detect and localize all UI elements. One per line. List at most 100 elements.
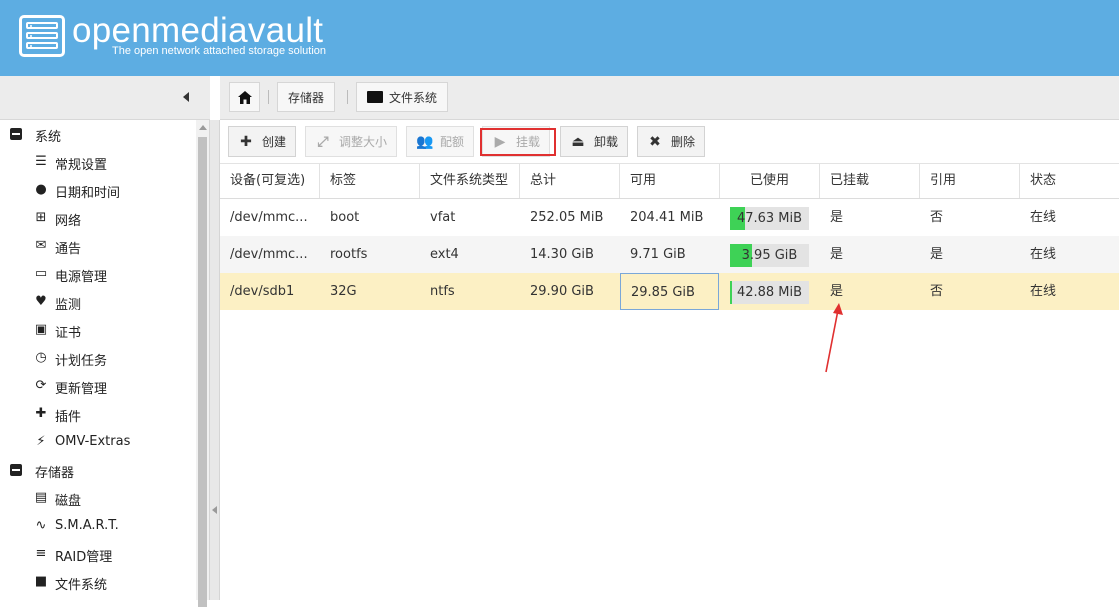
certificate-icon: ▣ <box>34 322 48 337</box>
breadcrumb-label: 文件系统 <box>389 90 438 105</box>
sidebar-nav: 系统 ☰ 常规设置 ● 日期和时间 ⊞ 网络 ✉ 通告 ▭ 电源管理 ♥ 监测 … <box>0 120 196 600</box>
column-header-mounted[interactable]: 已挂载 <box>820 164 920 198</box>
brand-tagline: The open network attached storage soluti… <box>112 45 327 57</box>
sidebar-item-label: 证书 <box>55 326 82 341</box>
sidebar-item-label: 更新管理 <box>55 382 108 397</box>
breadcrumb-filesystems[interactable]: 文件系统 <box>356 82 449 112</box>
resize-button[interactable]: ⤢ 调整大小 <box>305 126 398 157</box>
column-header-device[interactable]: 设备(可复选) <box>220 164 320 198</box>
scrollbar-thumb[interactable] <box>198 137 207 607</box>
column-header-total[interactable]: 总计 <box>520 164 620 198</box>
sliders-icon: ☰ <box>35 154 47 169</box>
omv-logo-icon <box>19 15 65 57</box>
cell-type: ntfs <box>430 284 455 299</box>
puzzle-icon: ✚ <box>35 406 47 421</box>
sidebar-item-monitoring[interactable]: ♥ 监测 <box>0 288 196 316</box>
collapse-sidebar-icon[interactable] <box>183 92 189 102</box>
collapse-group-icon[interactable] <box>10 128 22 140</box>
sidebar-item-plugins[interactable]: ✚ 插件 <box>0 400 196 428</box>
mount-button-highlight-annotation <box>480 128 556 156</box>
sidebar-item-label: 插件 <box>55 410 82 425</box>
table-header: 设备(可复选) 标签 文件系统类型 总计 可用 已使用 已挂载 引用 状态 <box>220 164 1119 199</box>
table-row[interactable]: /dev/mmc... boot vfat 252.05 MiB 204.41 … <box>220 199 1119 236</box>
sidebar-item-disks[interactable]: ▤ 磁盘 <box>0 484 196 512</box>
folder-icon: ■ <box>34 574 48 589</box>
button-label: 删除 <box>671 135 696 149</box>
cell-label: rootfs <box>330 247 368 262</box>
sidebar-item-label: 通告 <box>55 242 82 257</box>
unmount-button[interactable]: ⏏ 卸载 <box>560 126 629 157</box>
sidebar-item-label: 文件系统 <box>55 578 108 593</box>
panel-splitter[interactable] <box>209 120 220 600</box>
cell-device: /dev/mmc... <box>230 247 308 262</box>
cell-device: /dev/sdb1 <box>230 284 295 299</box>
close-icon: ✖ <box>649 133 661 150</box>
sidebar-item-certificates[interactable]: ▣ 证书 <box>0 316 196 344</box>
sidebar-item-omv-extras[interactable]: ⚡ OMV-Extras <box>0 428 196 456</box>
sidebar-item-label: OMV-Extras <box>55 434 131 449</box>
cell-status: 在线 <box>1030 210 1057 225</box>
nav-group-storage[interactable]: 存储器 <box>0 456 196 484</box>
sidebar-scrollbar[interactable] <box>196 120 209 607</box>
sidebar-item-filesystems[interactable]: ■ 文件系统 <box>0 568 196 596</box>
users-icon: 👥 <box>416 133 434 150</box>
table-row-selected[interactable]: /dev/sdb1 32G ntfs 29.90 GiB 29.85 GiB 4… <box>220 273 1119 310</box>
filesystem-toolbar: ✚ 创建 ⤢ 调整大小 👥 配额 ▶ 挂载 ⏏ 卸载 ✖ 删除 <box>220 120 1119 164</box>
delete-button[interactable]: ✖ 删除 <box>637 126 706 157</box>
sidebar-item-general-settings[interactable]: ☰ 常规设置 <box>0 148 196 176</box>
sidebar-item-label: 电源管理 <box>55 270 108 285</box>
sidebar-item-date-time[interactable]: ● 日期和时间 <box>0 176 196 204</box>
sidebar-item-label: 磁盘 <box>55 494 82 509</box>
refresh-icon: ⟳ <box>35 378 47 393</box>
table-row[interactable]: /dev/mmc... rootfs ext4 14.30 GiB 9.71 G… <box>220 236 1119 273</box>
sidebar-item-label: 常规设置 <box>55 158 108 173</box>
sidebar-item-scheduled-jobs[interactable]: ◷ 计划任务 <box>0 344 196 372</box>
column-header-available[interactable]: 可用 <box>620 164 720 198</box>
create-button[interactable]: ✚ 创建 <box>228 126 297 157</box>
column-header-type[interactable]: 文件系统类型 <box>420 164 520 198</box>
folder-icon <box>367 91 383 103</box>
plug-icon: ⚡ <box>36 434 46 449</box>
cell-status: 在线 <box>1030 247 1057 262</box>
cell-used: 47.63 MiB <box>720 199 820 236</box>
collapse-group-icon[interactable] <box>10 464 22 476</box>
column-header-referenced[interactable]: 引用 <box>920 164 1020 198</box>
home-button[interactable] <box>229 82 260 112</box>
button-label: 创建 <box>262 135 287 149</box>
breadcrumb-label: 存储器 <box>288 90 325 105</box>
breadcrumb-separator <box>347 90 348 104</box>
scroll-up-icon[interactable] <box>199 125 207 130</box>
nav-group-system[interactable]: 系统 <box>0 120 196 148</box>
sidebar-item-label: 计划任务 <box>55 354 108 369</box>
sidebar-item-label: RAID管理 <box>55 550 113 565</box>
cell-used: 3.95 GiB <box>720 236 820 273</box>
usage-bar: 3.95 GiB <box>730 244 809 267</box>
collapse-panel-icon[interactable] <box>212 506 217 514</box>
envelope-icon: ✉ <box>35 238 47 253</box>
breadcrumb-separator <box>268 90 269 104</box>
sidebar-item-notification[interactable]: ✉ 通告 <box>0 232 196 260</box>
breadcrumb-storage[interactable]: 存储器 <box>277 82 336 112</box>
column-header-label[interactable]: 标签 <box>320 164 420 198</box>
sidebar-item-network[interactable]: ⊞ 网络 <box>0 204 196 232</box>
cell-device: /dev/mmc... <box>230 210 308 225</box>
quota-button[interactable]: 👥 配额 <box>406 126 475 157</box>
pulse-icon: ∿ <box>35 518 47 533</box>
sidebar-item-update-management[interactable]: ⟳ 更新管理 <box>0 372 196 400</box>
nav-group-label: 系统 <box>35 130 62 145</box>
sidebar-item-raid[interactable]: ≡ RAID管理 <box>0 540 196 568</box>
sidebar-item-power[interactable]: ▭ 电源管理 <box>0 260 196 288</box>
column-header-used[interactable]: 已使用 <box>720 164 820 198</box>
button-label: 配额 <box>440 135 465 149</box>
eject-icon: ⏏ <box>571 133 585 150</box>
cell-label: boot <box>330 210 360 225</box>
sidebar-item-label: 日期和时间 <box>55 186 121 201</box>
sidebar-item-label: 网络 <box>55 214 82 229</box>
button-label: 卸载 <box>594 135 619 149</box>
cell-label: 32G <box>330 284 357 299</box>
breadcrumb: 存储器 文件系统 <box>220 76 1119 120</box>
battery-icon: ▭ <box>34 266 48 281</box>
column-header-status[interactable]: 状态 <box>1020 164 1119 198</box>
sidebar-item-label: S.M.A.R.T. <box>55 518 119 533</box>
sidebar-item-smart[interactable]: ∿ S.M.A.R.T. <box>0 512 196 540</box>
